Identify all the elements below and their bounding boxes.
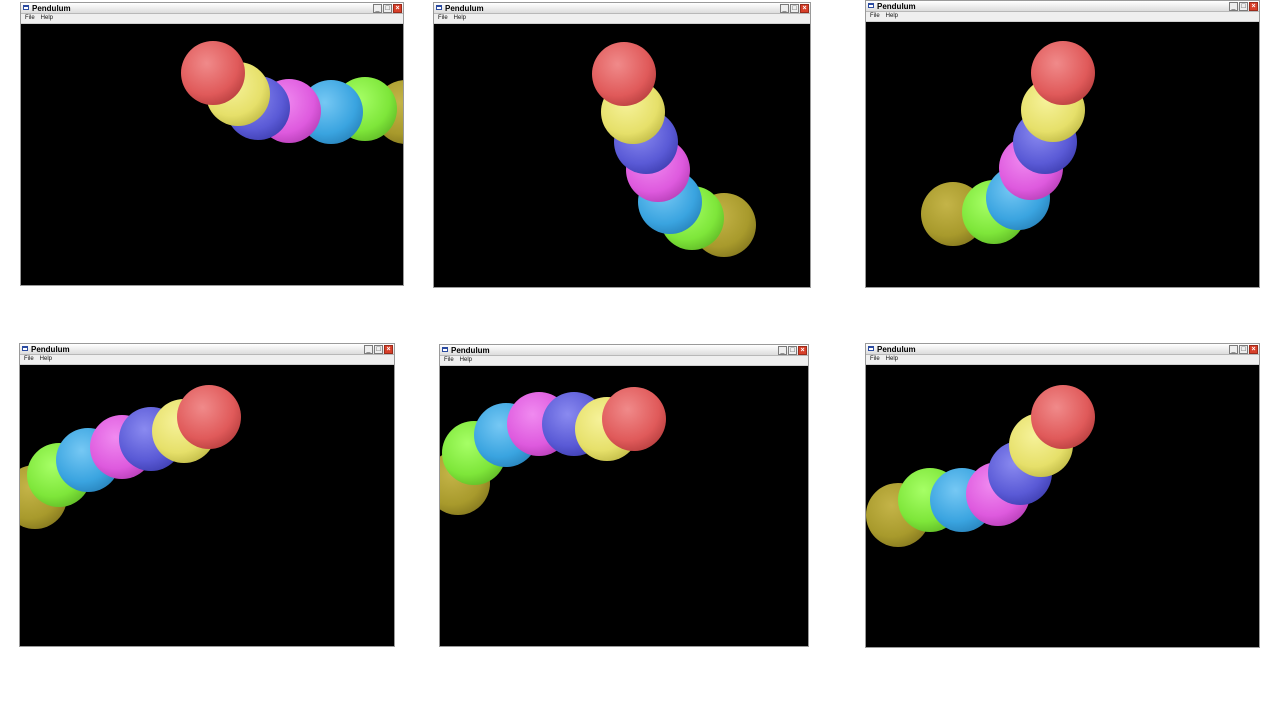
close-button[interactable]: × [1249,2,1258,11]
pendulum-canvas[interactable] [21,24,403,285]
minimize-button[interactable]: _ [373,4,382,13]
menu-help[interactable]: Help [454,14,466,23]
pendulum-canvas[interactable] [20,365,394,646]
pendulum-canvas[interactable] [866,22,1259,287]
window-title: Pendulum [451,346,490,355]
maximize-button[interactable]: □ [1239,345,1248,354]
menu-file[interactable]: File [444,356,454,365]
close-button[interactable]: × [384,345,393,354]
title-bar[interactable]: Pendulum _ □ × [434,3,810,14]
maximize-button[interactable]: □ [374,345,383,354]
pendulum-window-4: Pendulum _ □ × File Help [19,343,395,647]
menu-file[interactable]: File [25,14,35,23]
menu-bar: File Help [21,14,403,24]
maximize-button[interactable]: □ [788,346,797,355]
title-bar[interactable]: Pendulum _ □ × [440,345,808,356]
minimize-button[interactable]: _ [778,346,787,355]
window-title: Pendulum [877,2,916,11]
menu-help[interactable]: Help [460,356,472,365]
pendulum-canvas[interactable] [440,366,808,646]
menu-bar: File Help [866,355,1259,365]
menu-help[interactable]: Help [41,14,53,23]
pendulum-window-3: Pendulum _ □ × File Help [865,0,1260,288]
pendulum-ball-red [602,387,666,451]
pendulum-ball-red [1031,41,1095,105]
maximize-button[interactable]: □ [790,4,799,13]
menu-help[interactable]: Help [886,355,898,364]
menu-file[interactable]: File [438,14,448,23]
window-title: Pendulum [445,4,484,13]
window-icon [868,346,874,351]
minimize-button[interactable]: _ [1229,345,1238,354]
pendulum-canvas[interactable] [434,24,810,287]
window-title: Pendulum [31,345,70,354]
title-bar[interactable]: Pendulum _ □ × [20,344,394,355]
menu-file[interactable]: File [24,355,34,364]
menu-bar: File Help [434,14,810,24]
pendulum-canvas[interactable] [866,365,1259,647]
window-title: Pendulum [877,345,916,354]
maximize-button[interactable]: □ [1239,2,1248,11]
menu-bar: File Help [20,355,394,365]
close-button[interactable]: × [800,4,809,13]
pendulum-ball-red [592,42,656,106]
menu-help[interactable]: Help [886,12,898,21]
title-bar[interactable]: Pendulum _ □ × [21,3,403,14]
window-icon [23,5,29,10]
window-title: Pendulum [32,4,71,13]
close-button[interactable]: × [1249,345,1258,354]
maximize-button[interactable]: □ [383,4,392,13]
minimize-button[interactable]: _ [364,345,373,354]
close-button[interactable]: × [393,4,402,13]
pendulum-window-2: Pendulum _ □ × File Help [433,2,811,288]
menu-file[interactable]: File [870,355,880,364]
window-icon [436,5,442,10]
pendulum-ball-red [177,385,241,449]
window-icon [442,347,448,352]
pendulum-ball-red [1031,385,1095,449]
pendulum-window-5: Pendulum _ □ × File Help [439,344,809,647]
pendulum-window-6: Pendulum _ □ × File Help [865,343,1260,648]
title-bar[interactable]: Pendulum _ □ × [866,344,1259,355]
title-bar[interactable]: Pendulum _ □ × [866,1,1259,12]
minimize-button[interactable]: _ [1229,2,1238,11]
menu-help[interactable]: Help [40,355,52,364]
pendulum-ball-red [181,41,245,105]
pendulum-window-1: Pendulum _ □ × File Help [20,2,404,286]
minimize-button[interactable]: _ [780,4,789,13]
menu-bar: File Help [866,12,1259,22]
window-icon [22,346,28,351]
close-button[interactable]: × [798,346,807,355]
window-icon [868,3,874,8]
menu-file[interactable]: File [870,12,880,21]
menu-bar: File Help [440,356,808,366]
